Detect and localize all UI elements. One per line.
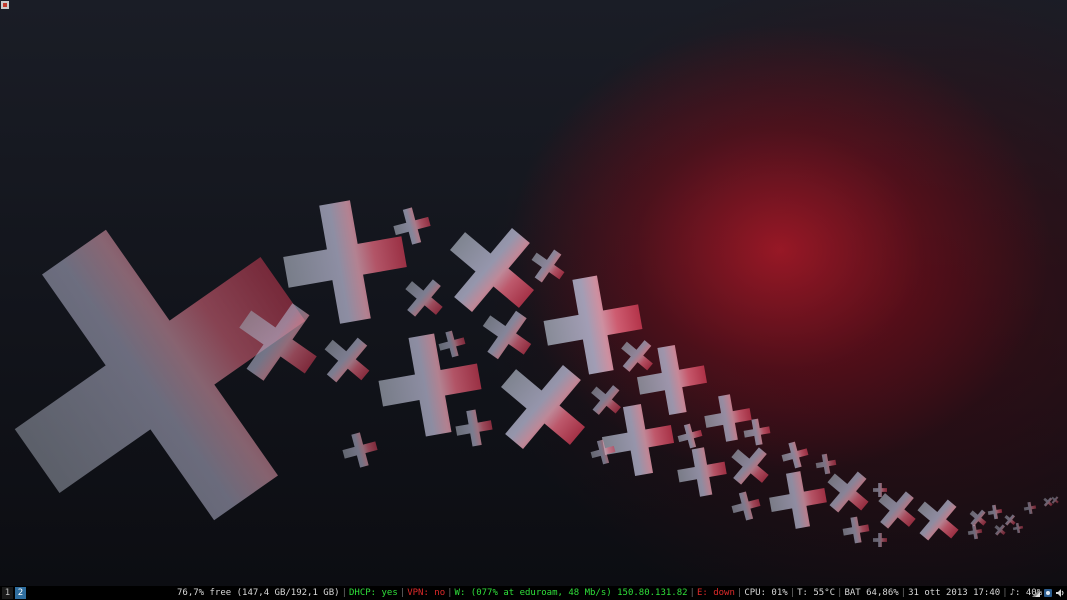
dhcp-status: DHCP: yes [348,588,398,598]
temperature-status: T: 55°C [797,588,836,598]
wallpaper-cross [591,385,621,415]
app-menu-icon[interactable] [0,0,10,10]
network-icon[interactable] [1031,588,1041,598]
volume-icon[interactable] [1055,588,1065,598]
separator: | [736,588,743,598]
datetime-status: 31 ott 2013 17:40 [908,588,1001,598]
wallpaper-cross [450,228,534,312]
separator: | [689,588,695,598]
wallpaper-cross [743,418,771,446]
wallpaper-cross [342,432,378,468]
separator: | [789,588,796,598]
wifi-status: W: (077% at eduroam, 48 Mb/s) 150.80.131… [454,588,688,598]
wallpaper-cross [324,337,370,383]
wallpaper-cross [1023,501,1037,515]
wallpaper-cross [482,310,532,360]
status-bar: 1 2 76,7% free (147,4 GB/192,1 GB) | DHC… [0,586,1067,600]
wallpaper-cross [621,340,653,372]
separator: | [1002,588,1008,598]
wallpaper-cross [455,409,493,447]
wallpaper-cross [405,279,443,317]
battery-status: BAT 64,86% [844,588,899,598]
wallpaper-cross [967,524,983,540]
workspace-1-button[interactable]: 1 [2,587,13,599]
status-line: 76,7% free (147,4 GB/192,1 GB) | DHCP: y… [176,586,1043,600]
ethernet-status: E: down [696,588,735,598]
cpu-status: CPU: 01% [744,588,788,598]
wallpaper-cross [781,441,809,469]
separator: | [399,588,406,598]
wallpaper-cross [731,491,761,521]
wallpaper-cross [842,516,870,544]
wallpaper-cross [438,330,466,358]
wallpaper-cross [731,447,769,485]
system-tray [1031,587,1065,599]
wallpaper-cross [769,471,827,529]
wallpaper-cross [969,509,987,527]
wallpaper-cross [917,499,959,541]
separator: | [447,588,453,598]
wallpaper-cross [677,447,727,497]
wallpaper-cross [677,423,703,449]
wallpaper-cross [531,249,565,283]
separator: | [341,588,347,598]
wallpaper-crosses [14,200,1059,547]
disk-status: 76,7% free (147,4 GB/192,1 GB) [177,588,340,598]
vpn-status: VPN: no [407,588,446,598]
wallpaper-cross [987,504,1003,520]
wallpaper-cross [601,403,675,477]
wallpaper-cross [815,453,837,475]
desktop-wallpaper [0,0,1067,586]
wallpaper-cross [14,229,306,521]
wallpaper-cross [873,533,887,547]
workspace-2-button[interactable]: 2 [15,587,26,599]
settings-icon[interactable] [1043,588,1053,598]
separator: | [837,588,843,598]
separator: | [900,588,907,598]
